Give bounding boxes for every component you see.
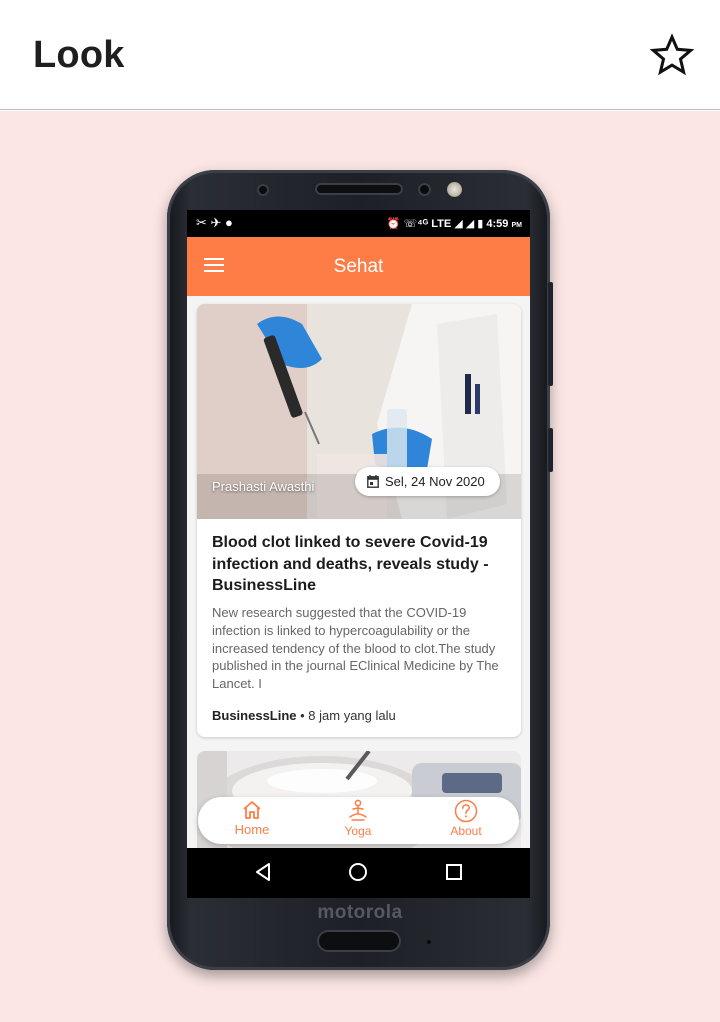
article-author: Prashasti Awasthi <box>212 479 315 494</box>
nav-yoga[interactable]: Yoga <box>318 799 398 843</box>
nav-home-label: Home <box>234 822 270 837</box>
phone-screen: ✂ ✈ ● ⏰ ☏⁴ᴳ LTE ◢ ◢ ▮ 4:59 PM Sehat Pras… <box>187 210 530 898</box>
back-icon[interactable] <box>254 862 272 882</box>
microphone <box>427 940 431 944</box>
article-source: BusinessLine <box>212 708 297 723</box>
home-icon <box>243 801 261 819</box>
phone-home-button <box>317 930 401 952</box>
article-date-badge: Sel, 24 Nov 2020 <box>355 467 500 496</box>
app-title: Look <box>33 34 125 76</box>
nav-about-label: About <box>450 824 482 838</box>
article-description: New research suggested that the COVID-19… <box>212 605 499 692</box>
meditation-icon <box>349 799 367 821</box>
article-headline[interactable]: Blood clot linked to severe Covid-19 inf… <box>212 532 512 597</box>
article-card[interactable]: Prashasti Awasthi Sel, 24 Nov 2020 Blood… <box>197 304 521 737</box>
home-circle-icon[interactable] <box>348 862 368 882</box>
proximity-sensor <box>418 183 431 196</box>
screen-app-bar: Sehat <box>187 237 530 296</box>
status-left-icons: ✂ ✈ ● <box>196 215 233 230</box>
phone-side-button <box>548 428 553 472</box>
article-time-ago: • 8 jam yang lalu <box>296 708 396 723</box>
earpiece-speaker <box>315 183 403 195</box>
status-right: ⏰ ☏⁴ᴳ LTE ◢ ◢ ▮ 4:59 PM <box>387 217 522 230</box>
calendar-icon <box>367 475 379 488</box>
status-right-icons: ⏰ ☏⁴ᴳ LTE ◢ ◢ ▮ <box>386 218 484 230</box>
bottom-nav: Home Yoga About <box>198 797 519 844</box>
status-time: 4:59 <box>486 218 509 230</box>
screen-app-title: Sehat <box>333 256 384 277</box>
article-date: Sel, 24 Nov 2020 <box>385 474 485 489</box>
star-outline-icon[interactable] <box>650 33 694 77</box>
system-nav-bar <box>187 848 530 898</box>
recents-icon[interactable] <box>445 862 463 882</box>
front-camera <box>257 184 269 196</box>
status-bar: ✂ ✈ ● ⏰ ☏⁴ᴳ LTE ◢ ◢ ▮ 4:59 PM <box>187 210 530 237</box>
nav-home[interactable]: Home <box>212 799 292 843</box>
phone-side-button <box>548 282 553 386</box>
nav-yoga-label: Yoga <box>344 824 372 838</box>
article-meta: BusinessLine • 8 jam yang lalu <box>212 708 396 723</box>
front-flash <box>447 182 462 197</box>
phone-brand-logo: motorola <box>317 902 403 923</box>
app-bar: Look <box>0 0 720 110</box>
question-circle-icon <box>454 799 478 823</box>
status-ampm: PM <box>511 222 523 229</box>
nav-about[interactable]: About <box>426 799 506 843</box>
